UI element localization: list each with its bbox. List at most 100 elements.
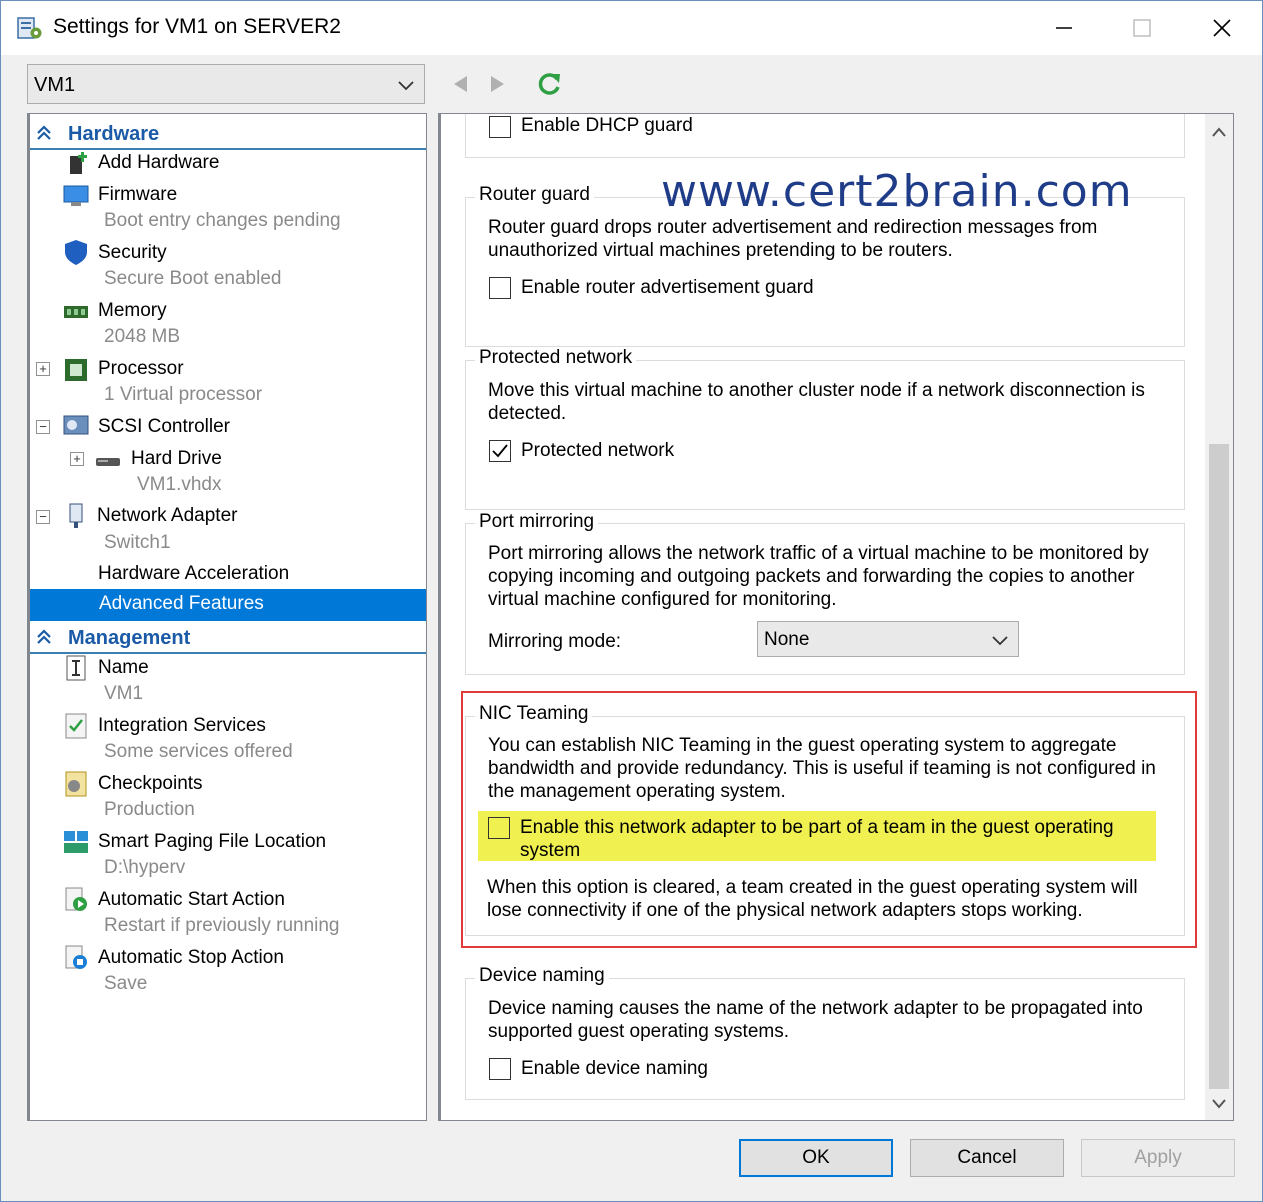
checkpoints-icon [65, 771, 87, 797]
expand-hard-drive[interactable]: + [70, 452, 84, 466]
hard-drive-icon [96, 458, 120, 466]
name-value: VM1 [104, 683, 144, 704]
tree-item-processor[interactable]: Processor [98, 358, 184, 380]
security-status: Secure Boot enabled [104, 268, 282, 289]
memory-status: 2048 MB [104, 326, 181, 347]
add-hardware-icon [70, 152, 87, 174]
settings-tree: Hardware Add Hardware Firmware Boot entr… [27, 113, 427, 1121]
name-icon [66, 655, 86, 681]
device-naming-label: Enable device naming [521, 1058, 708, 1079]
tree-item-smart-paging[interactable]: Smart Paging File Location [98, 831, 326, 853]
collapse-network-adapter[interactable]: − [36, 510, 50, 524]
vertical-scrollbar[interactable] [1205, 114, 1233, 1120]
router-advertisement-guard-checkbox[interactable] [489, 277, 511, 299]
processor-status: 1 Virtual processor [104, 384, 263, 405]
maximize-button[interactable] [1103, 1, 1181, 55]
advanced-features-label: Advanced Features [99, 593, 264, 614]
apply-button[interactable]: Apply [1081, 1139, 1235, 1177]
mirroring-mode-value: None [764, 629, 810, 650]
router-guard-title: Router guard [475, 184, 594, 206]
device-naming-title: Device naming [475, 965, 609, 987]
tree-item-firmware[interactable]: Firmware [98, 184, 177, 206]
protected-network-checkbox[interactable] [489, 440, 511, 462]
chevron-down-icon [992, 636, 1008, 646]
shield-icon [65, 240, 87, 265]
router-guard-desc-2: unauthorized virtual machines pretending… [488, 240, 953, 261]
tree-item-integration-services[interactable]: Integration Services [98, 715, 266, 737]
tree-item-automatic-stop[interactable]: Automatic Stop Action [98, 947, 284, 969]
expand-processor[interactable]: + [36, 362, 50, 376]
minimize-button[interactable] [1025, 1, 1103, 55]
firmware-status: Boot entry changes pending [104, 210, 341, 231]
router-advertisement-guard-label: Enable router advertisement guard [521, 277, 814, 298]
scroll-up-icon[interactable] [1211, 126, 1227, 138]
protected-network-title: Protected network [475, 347, 637, 369]
port-mirroring-title: Port mirroring [475, 511, 599, 533]
tree-item-add-hardware[interactable]: Add Hardware [98, 152, 219, 174]
protected-network-label: Protected network [521, 440, 675, 461]
smart-paging-path: D:\hyperv [104, 857, 186, 878]
mirroring-mode-dropdown[interactable]: None [757, 621, 1019, 657]
device-naming-checkbox[interactable] [489, 1058, 511, 1080]
integration-services-status: Some services offered [104, 741, 293, 762]
network-adapter-icon [69, 503, 83, 528]
scrollbar-thumb[interactable] [1209, 444, 1229, 1089]
tree-item-checkpoints[interactable]: Checkpoints [98, 773, 203, 795]
dhcp-guard-checkbox[interactable] [489, 116, 511, 138]
tree-item-hardware-acceleration[interactable]: Hardware Acceleration [98, 563, 289, 585]
cancel-button[interactable]: Cancel [910, 1139, 1064, 1177]
device-naming-desc-1: Device naming causes the name of the net… [488, 998, 1143, 1019]
router-guard-desc-1: Router guard drops router advertisement … [488, 217, 1098, 238]
back-arrow-icon [454, 76, 467, 92]
tree-item-automatic-start[interactable]: Automatic Start Action [98, 889, 285, 911]
automatic-start-value: Restart if previously running [104, 915, 340, 936]
network-adapter-switch: Switch1 [104, 532, 171, 553]
watermark: www.cert2brain.com [661, 166, 1133, 217]
title-bar: Settings for VM1 on SERVER2 [1, 1, 1262, 55]
refresh-icon [538, 73, 560, 95]
integration-services-icon [65, 713, 87, 739]
hard-drive-file: VM1.vhdx [137, 474, 222, 495]
close-icon [1213, 19, 1231, 37]
collapse-scsi[interactable]: − [36, 420, 50, 434]
maximize-icon [1133, 19, 1151, 37]
vm-dropdown[interactable]: VM1 [27, 64, 425, 104]
scsi-controller-icon [63, 415, 89, 435]
checkmark-icon [492, 444, 508, 458]
device-naming-desc-2: supported guest operating systems. [488, 1021, 790, 1042]
memory-icon [64, 306, 88, 318]
settings-window: Settings for VM1 on SERVER2 VM1 Hardware [0, 0, 1263, 1202]
tree-item-name[interactable]: Name [98, 657, 149, 679]
dhcp-guard-label: Enable DHCP guard [521, 115, 693, 136]
refresh-button[interactable] [535, 69, 565, 99]
tree-item-scsi-controller[interactable]: SCSI Controller [98, 416, 230, 438]
vm-settings-icon [17, 17, 42, 39]
port-mirroring-desc-1: Port mirroring allows the network traffi… [488, 543, 1149, 564]
tree-item-advanced-features[interactable]: Advanced Features [30, 589, 426, 621]
automatic-stop-icon [65, 945, 87, 969]
ok-button[interactable]: OK [739, 1139, 893, 1177]
minimize-icon [1056, 27, 1072, 29]
chevron-down-icon [398, 81, 414, 91]
collapse-icon [37, 125, 51, 140]
port-mirroring-desc-3: virtual machine configured for monitorin… [488, 589, 837, 610]
mirroring-mode-label: Mirroring mode: [488, 631, 622, 652]
tree-item-hard-drive[interactable]: Hard Drive [131, 448, 222, 470]
close-button[interactable] [1183, 1, 1261, 55]
firmware-icon [63, 185, 89, 206]
management-section-label: Management [68, 627, 191, 649]
highlight-red-box [461, 691, 1197, 948]
processor-icon [65, 359, 87, 381]
scroll-down-icon[interactable] [1211, 1098, 1227, 1110]
smart-paging-icon [64, 831, 88, 853]
window-title: Settings for VM1 on SERVER2 [53, 15, 341, 38]
hardware-section-header[interactable]: Hardware [30, 118, 426, 150]
tree-item-memory[interactable]: Memory [98, 300, 167, 322]
port-mirroring-desc-2: copying incoming and outgoing packets an… [488, 566, 1135, 587]
management-section-header[interactable]: Management [30, 622, 426, 654]
forward-button[interactable] [483, 69, 513, 99]
forward-arrow-icon [491, 76, 504, 92]
tree-item-network-adapter[interactable]: Network Adapter [97, 505, 237, 527]
tree-item-security[interactable]: Security [98, 242, 167, 264]
back-button[interactable] [445, 69, 475, 99]
